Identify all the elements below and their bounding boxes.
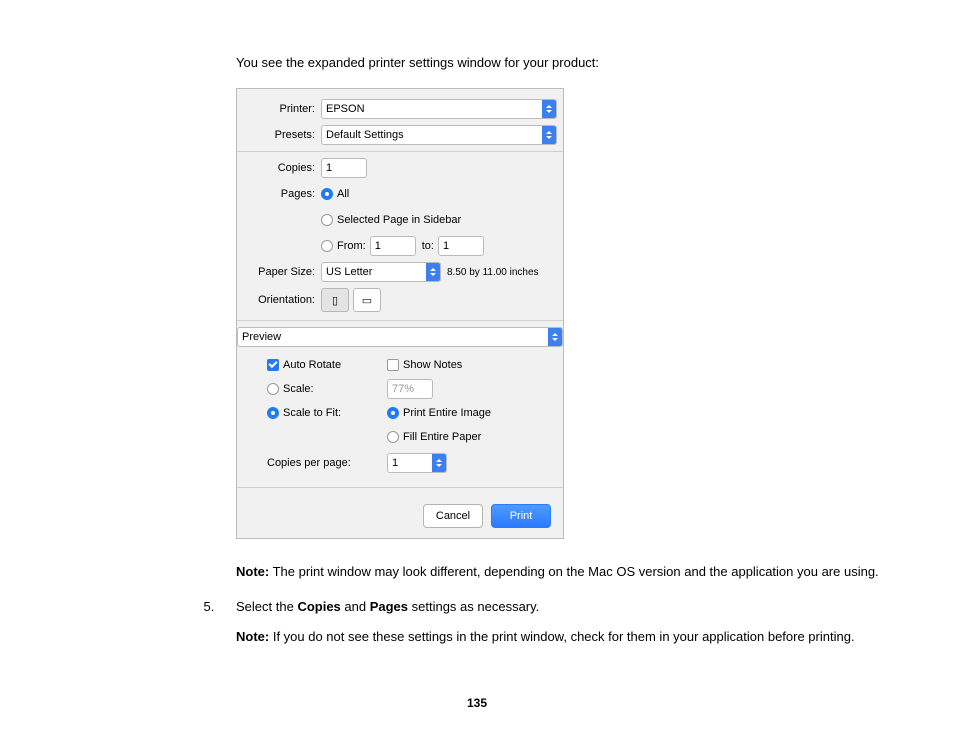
step-text-a: Select the: [236, 599, 297, 614]
copies-input[interactable]: 1: [321, 158, 367, 178]
cancel-button[interactable]: Cancel: [423, 504, 483, 528]
copies-per-page-label: Copies per page:: [267, 457, 351, 469]
step-list: Select the Copies and Pages settings as …: [200, 599, 920, 614]
printer-value: EPSON: [322, 100, 542, 118]
intro-text: You see the expanded printer settings wi…: [236, 55, 920, 70]
paper-size-select[interactable]: US Letter: [321, 262, 441, 282]
pages-to-label: to:: [422, 240, 434, 252]
copies-label: Copies:: [237, 162, 321, 174]
updown-icon: [548, 328, 562, 346]
auto-rotate-checkbox[interactable]: [267, 359, 279, 371]
step-text-b: Copies: [297, 599, 340, 614]
copies-row: Copies: 1: [237, 158, 557, 178]
print-entire-text: Print Entire Image: [403, 407, 491, 419]
fill-entire-text: Fill Entire Paper: [403, 431, 481, 443]
show-notes-text: Show Notes: [403, 359, 462, 371]
paper-size-row: Paper Size: US Letter 8.50 by 11.00 inch…: [237, 262, 557, 282]
updown-icon: [542, 126, 556, 144]
note-text: The print window may look different, dep…: [269, 564, 878, 579]
note-block-1: Note: The print window may look differen…: [236, 563, 920, 581]
pages-from-row: From: 1 to: 1: [237, 236, 557, 256]
pages-to-input[interactable]: 1: [438, 236, 484, 256]
person-landscape-icon: ▭: [362, 294, 372, 307]
section-row: Preview: [237, 327, 563, 347]
pages-from-label: From:: [337, 240, 366, 252]
presets-row: Presets: Default Settings: [237, 125, 557, 145]
step-text-e: settings as necessary.: [408, 599, 539, 614]
paper-size-label: Paper Size:: [237, 266, 321, 278]
updown-icon: [542, 100, 556, 118]
pages-from-input[interactable]: 1: [370, 236, 416, 256]
scale-to-fit-radio[interactable]: [267, 407, 279, 419]
scale-text: Scale:: [283, 383, 314, 395]
auto-rotate-text: Auto Rotate: [283, 359, 341, 371]
paper-size-value: US Letter: [322, 263, 426, 281]
updown-icon: [432, 454, 446, 472]
person-portrait-icon: ▯: [332, 294, 338, 307]
note-block-2: Note: If you do not see these settings i…: [236, 628, 920, 646]
copies-per-page-select[interactable]: 1: [387, 453, 447, 473]
note-label-2: Note:: [236, 629, 269, 644]
pages-selected-radio[interactable]: [321, 214, 333, 226]
pages-selected-row: Selected Page in Sidebar: [237, 210, 557, 230]
pages-from-radio[interactable]: [321, 240, 333, 252]
scale-input[interactable]: 77%: [387, 379, 433, 399]
print-entire-radio[interactable]: [387, 407, 399, 419]
pages-all-text: All: [337, 188, 349, 200]
section-select[interactable]: Preview: [237, 327, 563, 347]
note-text-2: If you do not see these settings in the …: [269, 629, 854, 644]
divider: [237, 151, 563, 152]
print-dialog: Printer: EPSON Presets: Default Settings…: [236, 88, 564, 539]
orientation-row: Orientation: ▯ ▭: [237, 288, 557, 312]
pages-selected-text: Selected Page in Sidebar: [337, 214, 461, 226]
scale-radio[interactable]: [267, 383, 279, 395]
presets-select[interactable]: Default Settings: [321, 125, 557, 145]
step-text-d: Pages: [370, 599, 408, 614]
button-bar: Cancel Print: [237, 494, 563, 538]
pages-row: Pages: All: [237, 184, 557, 204]
divider: [237, 320, 563, 321]
presets-value: Default Settings: [322, 126, 542, 144]
preview-options: Auto Rotate Show Notes Scale: 77%: [237, 355, 563, 483]
orientation-landscape-button[interactable]: ▭: [353, 288, 381, 312]
divider: [237, 487, 563, 488]
printer-row: Printer: EPSON: [237, 99, 557, 119]
step-text-c: and: [341, 599, 370, 614]
copies-per-page-value: 1: [388, 454, 432, 472]
pages-label: Pages:: [237, 188, 321, 200]
printer-select[interactable]: EPSON: [321, 99, 557, 119]
paper-dimensions: 8.50 by 11.00 inches: [447, 267, 539, 278]
print-button[interactable]: Print: [491, 504, 551, 528]
page-number: 135: [0, 696, 954, 710]
updown-icon: [426, 263, 440, 281]
note-label: Note:: [236, 564, 269, 579]
orientation-portrait-button[interactable]: ▯: [321, 288, 349, 312]
orientation-label: Orientation:: [237, 294, 321, 306]
presets-label: Presets:: [237, 129, 321, 141]
pages-all-radio[interactable]: [321, 188, 333, 200]
scale-to-fit-text: Scale to Fit:: [283, 407, 341, 419]
fill-entire-radio[interactable]: [387, 431, 399, 443]
section-value: Preview: [238, 328, 548, 346]
show-notes-checkbox[interactable]: [387, 359, 399, 371]
printer-label: Printer:: [237, 103, 321, 115]
step-5: Select the Copies and Pages settings as …: [218, 599, 920, 614]
